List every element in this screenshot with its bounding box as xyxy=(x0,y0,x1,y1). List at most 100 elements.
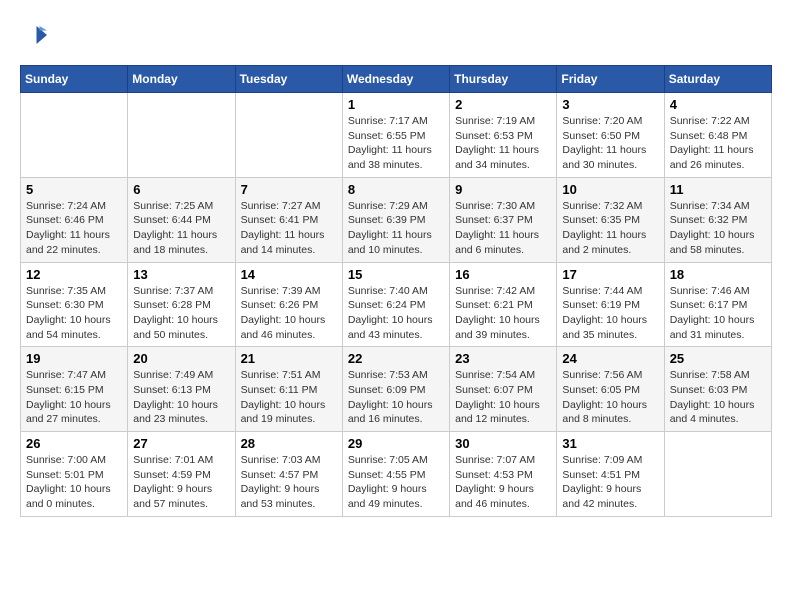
cell-info: Sunrise: 7:56 AM Sunset: 6:05 PM Dayligh… xyxy=(562,368,658,427)
weekday-header: Monday xyxy=(128,66,235,93)
cell-info: Sunrise: 7:19 AM Sunset: 6:53 PM Dayligh… xyxy=(455,114,551,173)
calendar-cell: 26 Sunrise: 7:00 AM Sunset: 5:01 PM Dayli… xyxy=(21,432,128,517)
weekday-header: Thursday xyxy=(450,66,557,93)
calendar-cell: 24 Sunrise: 7:56 AM Sunset: 6:05 PM Dayli… xyxy=(557,347,664,432)
calendar-cell: 4 Sunrise: 7:22 AM Sunset: 6:48 PM Daylig… xyxy=(664,93,771,178)
calendar-cell: 10 Sunrise: 7:32 AM Sunset: 6:35 PM Dayli… xyxy=(557,177,664,262)
calendar-cell: 12 Sunrise: 7:35 AM Sunset: 6:30 PM Dayli… xyxy=(21,262,128,347)
logo xyxy=(20,20,54,50)
day-number: 11 xyxy=(670,182,766,197)
cell-info: Sunrise: 7:09 AM Sunset: 4:51 PM Dayligh… xyxy=(562,453,658,512)
day-number: 30 xyxy=(455,436,551,451)
day-number: 28 xyxy=(241,436,337,451)
calendar-cell: 23 Sunrise: 7:54 AM Sunset: 6:07 PM Dayli… xyxy=(450,347,557,432)
cell-info: Sunrise: 7:39 AM Sunset: 6:26 PM Dayligh… xyxy=(241,284,337,343)
calendar-week-row: 1 Sunrise: 7:17 AM Sunset: 6:55 PM Daylig… xyxy=(21,93,772,178)
calendar-cell: 7 Sunrise: 7:27 AM Sunset: 6:41 PM Daylig… xyxy=(235,177,342,262)
cell-info: Sunrise: 7:07 AM Sunset: 4:53 PM Dayligh… xyxy=(455,453,551,512)
calendar-cell: 9 Sunrise: 7:30 AM Sunset: 6:37 PM Daylig… xyxy=(450,177,557,262)
day-number: 9 xyxy=(455,182,551,197)
day-number: 2 xyxy=(455,97,551,112)
cell-info: Sunrise: 7:58 AM Sunset: 6:03 PM Dayligh… xyxy=(670,368,766,427)
cell-info: Sunrise: 7:46 AM Sunset: 6:17 PM Dayligh… xyxy=(670,284,766,343)
calendar-cell: 6 Sunrise: 7:25 AM Sunset: 6:44 PM Daylig… xyxy=(128,177,235,262)
day-number: 5 xyxy=(26,182,122,197)
cell-info: Sunrise: 7:20 AM Sunset: 6:50 PM Dayligh… xyxy=(562,114,658,173)
calendar-week-row: 5 Sunrise: 7:24 AM Sunset: 6:46 PM Daylig… xyxy=(21,177,772,262)
calendar-cell: 8 Sunrise: 7:29 AM Sunset: 6:39 PM Daylig… xyxy=(342,177,449,262)
calendar-cell: 13Sunrise: 7:37 AM Sunset: 6:28 PM Dayli… xyxy=(128,262,235,347)
day-number: 19 xyxy=(26,351,122,366)
calendar-cell xyxy=(235,93,342,178)
weekday-header: Saturday xyxy=(664,66,771,93)
day-number: 14 xyxy=(241,267,337,282)
day-number: 7 xyxy=(241,182,337,197)
cell-info: Sunrise: 7:24 AM Sunset: 6:46 PM Dayligh… xyxy=(26,199,122,258)
calendar-cell: 18 Sunrise: 7:46 AM Sunset: 6:17 PM Dayli… xyxy=(664,262,771,347)
day-number: 17 xyxy=(562,267,658,282)
calendar-cell: 14 Sunrise: 7:39 AM Sunset: 6:26 PM Dayli… xyxy=(235,262,342,347)
weekday-header: Friday xyxy=(557,66,664,93)
weekday-header-row: SundayMondayTuesdayWednesdayThursdayFrid… xyxy=(21,66,772,93)
weekday-header: Wednesday xyxy=(342,66,449,93)
calendar-cell: 22 Sunrise: 7:53 AM Sunset: 6:09 PM Dayli… xyxy=(342,347,449,432)
weekday-header: Sunday xyxy=(21,66,128,93)
calendar-cell xyxy=(128,93,235,178)
calendar-cell xyxy=(21,93,128,178)
cell-info: Sunrise: 7:01 AM Sunset: 4:59 PM Dayligh… xyxy=(133,453,229,512)
day-number: 4 xyxy=(670,97,766,112)
cell-info: Sunrise: 7:49 AM Sunset: 6:13 PM Dayligh… xyxy=(133,368,229,427)
calendar-week-row: 12 Sunrise: 7:35 AM Sunset: 6:30 PM Dayli… xyxy=(21,262,772,347)
day-number: 24 xyxy=(562,351,658,366)
day-number: 6 xyxy=(133,182,229,197)
day-number: 26 xyxy=(26,436,122,451)
calendar-cell: 27 Sunrise: 7:01 AM Sunset: 4:59 PM Dayli… xyxy=(128,432,235,517)
cell-info: Sunrise: 7:29 AM Sunset: 6:39 PM Dayligh… xyxy=(348,199,444,258)
calendar-cell: 30 Sunrise: 7:07 AM Sunset: 4:53 PM Dayli… xyxy=(450,432,557,517)
day-number: 31 xyxy=(562,436,658,451)
cell-info: Sunrise: 7:30 AM Sunset: 6:37 PM Dayligh… xyxy=(455,199,551,258)
cell-info: Sunrise: 7:47 AM Sunset: 6:15 PM Dayligh… xyxy=(26,368,122,427)
cell-info: Sunrise: 7:17 AM Sunset: 6:55 PM Dayligh… xyxy=(348,114,444,173)
calendar-cell: 25 Sunrise: 7:58 AM Sunset: 6:03 PM Dayli… xyxy=(664,347,771,432)
day-number: 21 xyxy=(241,351,337,366)
day-number: 29 xyxy=(348,436,444,451)
cell-info: Sunrise: 7:22 AM Sunset: 6:48 PM Dayligh… xyxy=(670,114,766,173)
cell-info: Sunrise: 7:51 AM Sunset: 6:11 PM Dayligh… xyxy=(241,368,337,427)
day-number: 13 xyxy=(133,267,229,282)
calendar-cell: 16Sunrise: 7:42 AM Sunset: 6:21 PM Dayli… xyxy=(450,262,557,347)
calendar-cell: 20Sunrise: 7:49 AM Sunset: 6:13 PM Dayli… xyxy=(128,347,235,432)
day-number: 15 xyxy=(348,267,444,282)
day-number: 27 xyxy=(133,436,229,451)
logo-icon xyxy=(20,20,50,50)
cell-info: Sunrise: 7:35 AM Sunset: 6:30 PM Dayligh… xyxy=(26,284,122,343)
calendar-cell: 29Sunrise: 7:05 AM Sunset: 4:55 PM Dayli… xyxy=(342,432,449,517)
day-number: 22 xyxy=(348,351,444,366)
cell-info: Sunrise: 7:27 AM Sunset: 6:41 PM Dayligh… xyxy=(241,199,337,258)
day-number: 10 xyxy=(562,182,658,197)
calendar-cell: 2 Sunrise: 7:19 AM Sunset: 6:53 PM Daylig… xyxy=(450,93,557,178)
day-number: 12 xyxy=(26,267,122,282)
cell-info: Sunrise: 7:00 AM Sunset: 5:01 PM Dayligh… xyxy=(26,453,122,512)
calendar-cell: 31 Sunrise: 7:09 AM Sunset: 4:51 PM Dayli… xyxy=(557,432,664,517)
day-number: 25 xyxy=(670,351,766,366)
calendar-cell xyxy=(664,432,771,517)
day-number: 23 xyxy=(455,351,551,366)
calendar-cell: 15 Sunrise: 7:40 AM Sunset: 6:24 PM Dayli… xyxy=(342,262,449,347)
day-number: 18 xyxy=(670,267,766,282)
day-number: 1 xyxy=(348,97,444,112)
calendar-cell: 1 Sunrise: 7:17 AM Sunset: 6:55 PM Daylig… xyxy=(342,93,449,178)
cell-info: Sunrise: 7:54 AM Sunset: 6:07 PM Dayligh… xyxy=(455,368,551,427)
cell-info: Sunrise: 7:03 AM Sunset: 4:57 PM Dayligh… xyxy=(241,453,337,512)
calendar-cell: 28 Sunrise: 7:03 AM Sunset: 4:57 PM Dayli… xyxy=(235,432,342,517)
cell-info: Sunrise: 7:40 AM Sunset: 6:24 PM Dayligh… xyxy=(348,284,444,343)
cell-info: Sunrise: 7:25 AM Sunset: 6:44 PM Dayligh… xyxy=(133,199,229,258)
calendar-cell: 5 Sunrise: 7:24 AM Sunset: 6:46 PM Daylig… xyxy=(21,177,128,262)
calendar-cell: 3Sunrise: 7:20 AM Sunset: 6:50 PM Daylig… xyxy=(557,93,664,178)
calendar-cell: 11Sunrise: 7:34 AM Sunset: 6:32 PM Dayli… xyxy=(664,177,771,262)
calendar-cell: 17Sunrise: 7:44 AM Sunset: 6:19 PM Dayli… xyxy=(557,262,664,347)
cell-info: Sunrise: 7:53 AM Sunset: 6:09 PM Dayligh… xyxy=(348,368,444,427)
cell-info: Sunrise: 7:42 AM Sunset: 6:21 PM Dayligh… xyxy=(455,284,551,343)
cell-info: Sunrise: 7:32 AM Sunset: 6:35 PM Dayligh… xyxy=(562,199,658,258)
day-number: 8 xyxy=(348,182,444,197)
